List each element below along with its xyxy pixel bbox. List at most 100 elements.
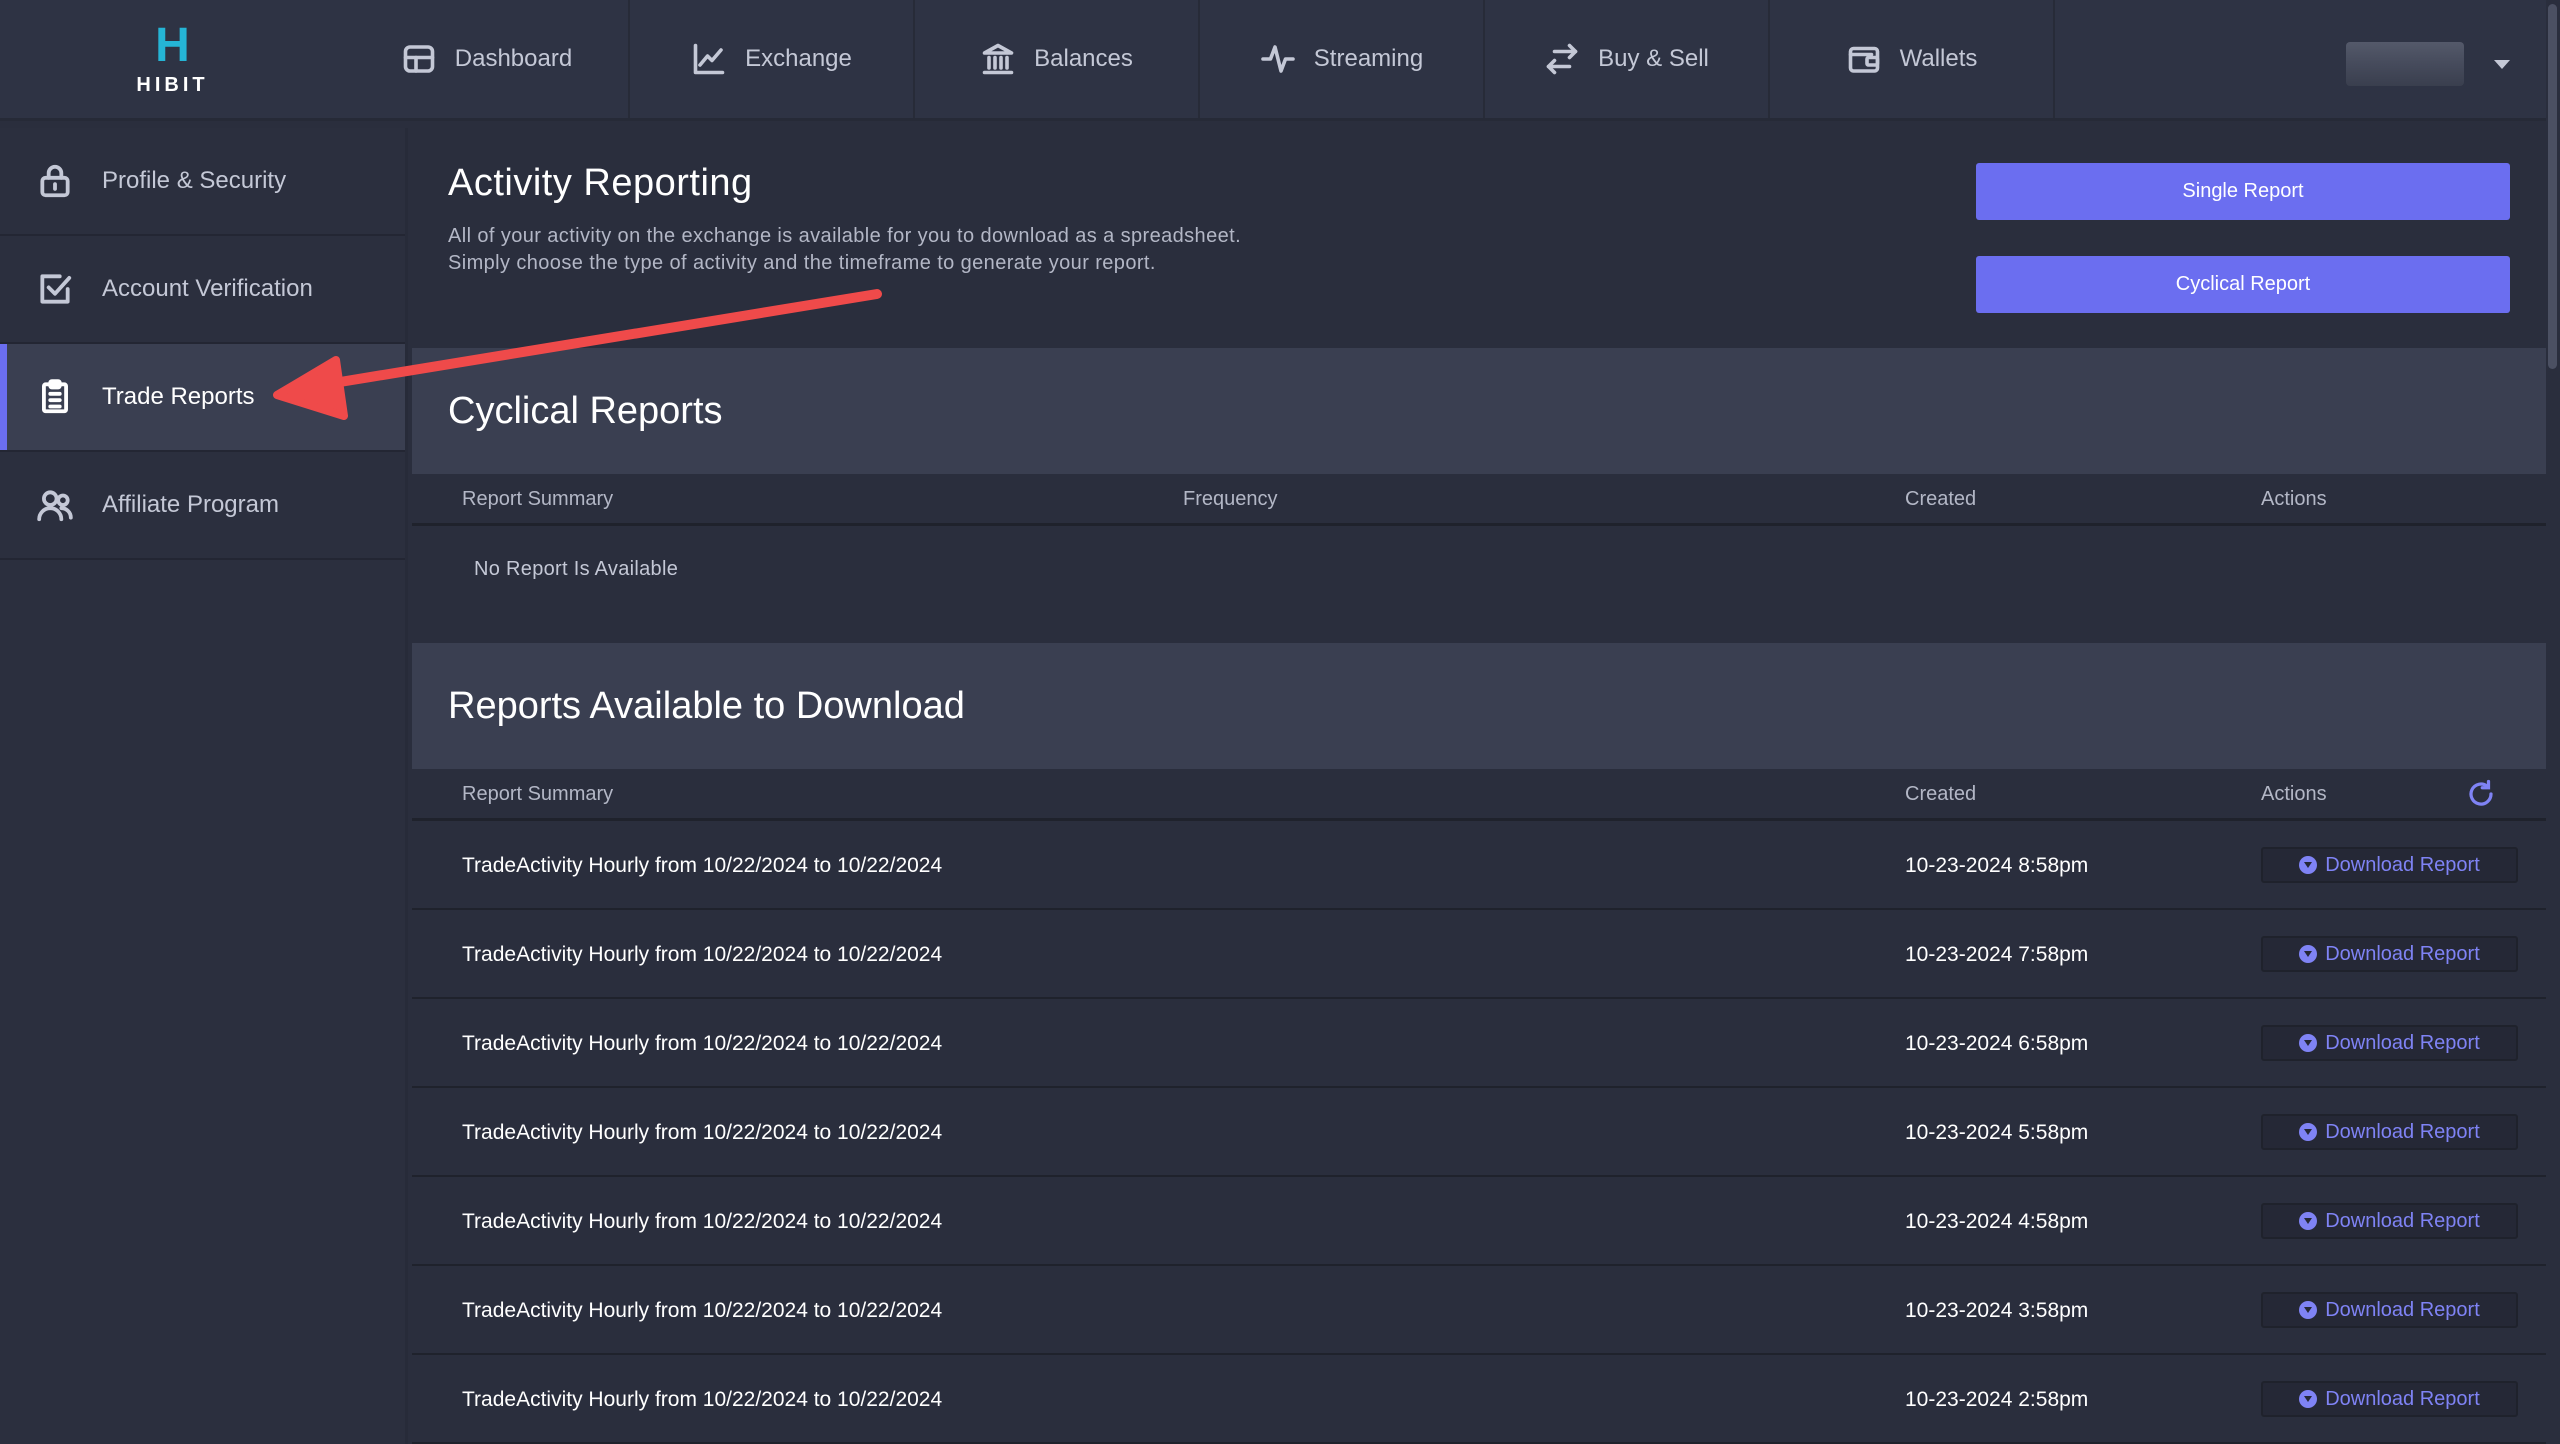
downloads-table-body: TradeActivity Hourly from 10/22/2024 to … — [412, 821, 2546, 1444]
column-header: Actions — [2261, 488, 2327, 510]
nav-streaming[interactable]: Streaming — [1200, 0, 1485, 118]
download-label: Download Report — [2325, 1120, 2480, 1143]
nav-buy-sell[interactable]: Buy & Sell — [1485, 0, 1770, 118]
section-title: Reports Available to Download — [448, 684, 965, 727]
logo-mark: H — [155, 18, 190, 72]
description-line-1: All of your activity on the exchange is … — [448, 225, 1242, 247]
nav-label: Buy & Sell — [1598, 45, 1709, 72]
download-label: Download Report — [2325, 853, 2480, 876]
download-icon — [2299, 945, 2318, 963]
table-row: TradeActivity Hourly from 10/22/2024 to … — [412, 910, 2546, 999]
report-created: 10-23-2024 5:58pm — [1905, 1121, 2089, 1144]
download-report-button[interactable]: Download Report — [2261, 1292, 2518, 1328]
table-row: TradeActivity Hourly from 10/22/2024 to … — [412, 999, 2546, 1088]
clipboard-list-icon — [42, 379, 68, 414]
download-icon — [2299, 1123, 2318, 1141]
table-row: TradeActivity Hourly from 10/22/2024 to … — [412, 1088, 2546, 1177]
sidebar-item-account-verification[interactable]: Account Verification — [0, 236, 405, 344]
download-report-button[interactable]: Download Report — [2261, 1203, 2518, 1239]
download-report-button[interactable]: Download Report — [2261, 847, 2518, 883]
download-label: Download Report — [2325, 1387, 2480, 1410]
nav-dashboard[interactable]: Dashboard — [345, 0, 630, 118]
scrollbar[interactable] — [2546, 0, 2560, 1444]
download-label: Download Report — [2325, 942, 2480, 965]
pulse-icon — [1260, 45, 1295, 73]
report-created: 10-23-2024 6:58pm — [1905, 1032, 2089, 1055]
table-row: TradeActivity Hourly from 10/22/2024 to … — [412, 821, 2546, 910]
logo-text: HIBIT — [136, 73, 209, 96]
column-header: Report Summary — [462, 488, 614, 510]
report-summary: TradeActivity Hourly from 10/22/2024 to … — [462, 1299, 943, 1322]
nav-balances[interactable]: Balances — [915, 0, 1200, 118]
nav-label: Wallets — [1899, 45, 1978, 72]
table-row: TradeActivity Hourly from 10/22/2024 to … — [412, 1266, 2546, 1355]
report-created: 10-23-2024 8:58pm — [1905, 854, 2089, 877]
nav-label: Streaming — [1313, 45, 1424, 72]
download-icon — [2299, 1212, 2318, 1230]
user-menu[interactable] — [2346, 42, 2510, 86]
scrollbar-thumb[interactable] — [2548, 4, 2557, 369]
report-summary: TradeActivity Hourly from 10/22/2024 to … — [462, 854, 943, 877]
nav-wallets[interactable]: Wallets — [1770, 0, 2055, 118]
sidebar: Profile & Security Account Verification … — [0, 128, 408, 1444]
downloads-table-header: Report Summary Created Actions — [412, 769, 2546, 821]
users-icon — [37, 490, 73, 522]
sidebar-item-profile-security[interactable]: Profile & Security — [0, 128, 405, 236]
report-created: 10-23-2024 3:58pm — [1905, 1299, 2089, 1322]
column-header: Report Summary — [462, 783, 614, 805]
hibit-logo[interactable]: H HIBIT — [0, 0, 345, 118]
cyclical-reports-header: Cyclical Reports — [412, 348, 2546, 474]
sidebar-item-label: Trade Reports — [102, 383, 255, 410]
report-summary: TradeActivity Hourly from 10/22/2024 to … — [462, 1388, 943, 1411]
download-icon — [2299, 1301, 2318, 1319]
download-label: Download Report — [2325, 1298, 2480, 1321]
avatar — [2346, 42, 2464, 86]
bank-icon — [982, 43, 1014, 75]
checkbox-icon — [40, 274, 72, 304]
download-report-button[interactable]: Download Report — [2261, 1025, 2518, 1061]
cyclical-table-header: Report Summary Frequency Created Actions — [412, 474, 2546, 526]
report-created: 10-23-2024 7:58pm — [1905, 943, 2089, 966]
description-line-2: Simply choose the type of activity and t… — [448, 252, 1156, 274]
report-summary: TradeActivity Hourly from 10/22/2024 to … — [462, 1210, 943, 1233]
download-label: Download Report — [2325, 1031, 2480, 1054]
sidebar-item-label: Account Verification — [102, 275, 313, 302]
download-report-button[interactable]: Download Report — [2261, 1114, 2518, 1150]
column-header: Actions — [2261, 783, 2327, 805]
chart-line-icon — [693, 43, 725, 75]
downloads-header: Reports Available to Download — [412, 643, 2546, 769]
download-label: Download Report — [2325, 1209, 2480, 1232]
chevron-down-icon[interactable] — [2494, 59, 2510, 69]
empty-state-message: No Report Is Available — [474, 558, 679, 580]
swap-arrows-icon — [1546, 43, 1578, 75]
download-icon — [2299, 1034, 2318, 1052]
report-summary: TradeActivity Hourly from 10/22/2024 to … — [462, 1032, 943, 1055]
sidebar-item-affiliate-program[interactable]: Affiliate Program — [0, 452, 405, 560]
report-created: 10-23-2024 4:58pm — [1905, 1210, 2089, 1233]
activity-reporting-header: Activity Reporting All of your activity … — [412, 124, 2546, 348]
refresh-icon[interactable] — [2466, 779, 2496, 809]
nav-label: Balances — [1034, 45, 1133, 72]
column-header: Frequency — [1183, 488, 1278, 510]
table-row: TradeActivity Hourly from 10/22/2024 to … — [412, 1177, 2546, 1266]
nav-label: Exchange — [745, 45, 852, 72]
top-navigation-bar: H HIBIT Dashboard Exchange Balances Stre… — [0, 0, 2560, 121]
dashboard-icon — [403, 45, 435, 73]
section-title: Cyclical Reports — [448, 389, 723, 432]
cyclical-report-button[interactable]: Cyclical Report — [1976, 256, 2510, 313]
page-description: All of your activity on the exchange is … — [448, 223, 1448, 277]
main-content: Activity Reporting All of your activity … — [412, 124, 2546, 1444]
table-row: TradeActivity Hourly from 10/22/2024 to … — [412, 1355, 2546, 1444]
report-summary: TradeActivity Hourly from 10/22/2024 to … — [462, 1121, 943, 1144]
nav-exchange[interactable]: Exchange — [630, 0, 915, 118]
download-report-button[interactable]: Download Report — [2261, 936, 2518, 972]
report-created: 10-23-2024 2:58pm — [1905, 1388, 2089, 1411]
sidebar-item-trade-reports[interactable]: Trade Reports — [0, 344, 405, 452]
download-icon — [2299, 856, 2318, 874]
single-report-button[interactable]: Single Report — [1976, 163, 2510, 220]
download-icon — [2299, 1390, 2318, 1408]
nav-label: Dashboard — [454, 45, 573, 72]
download-report-button[interactable]: Download Report — [2261, 1381, 2518, 1417]
sidebar-item-label: Affiliate Program — [102, 491, 279, 518]
column-header: Created — [1905, 488, 1977, 510]
